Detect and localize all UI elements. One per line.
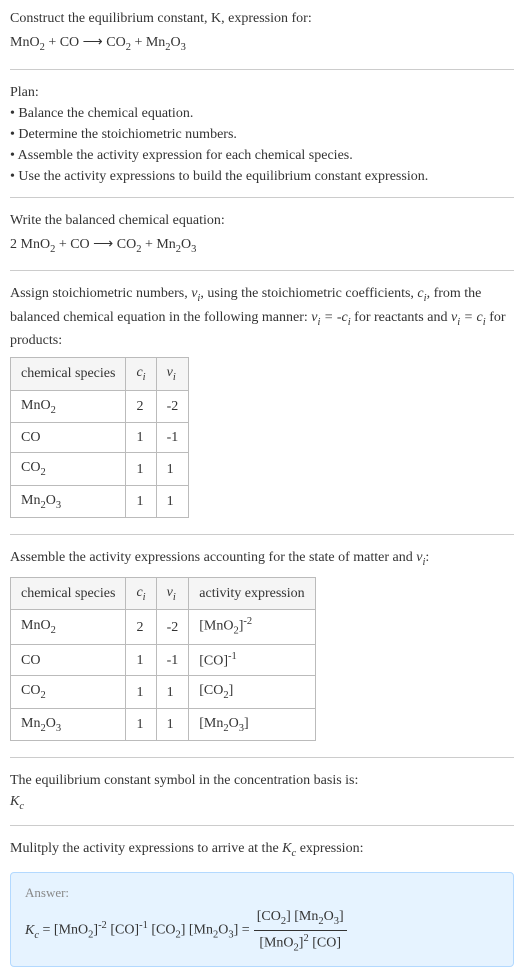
c-var: ci <box>417 286 426 301</box>
stoich-table: chemical species ci νi MnO2 2 -2 CO 1 -1… <box>10 357 189 518</box>
plan-item: • Assemble the activity expression for e… <box>10 145 514 166</box>
table-header: activity expression <box>189 577 315 610</box>
answer-fraction: [CO2] [Mn2O3] [MnO2]2 [CO] <box>254 906 347 956</box>
activity-section: Assemble the activity expressions accoun… <box>10 547 514 758</box>
intro-section: Construct the equilibrium constant, K, e… <box>10 8 514 70</box>
table-header: chemical species <box>11 577 126 610</box>
table-cell: CO <box>11 423 126 453</box>
intro-equation: MnO2 + CO ⟶ CO2 + Mn2O3 <box>10 32 514 56</box>
table-header: ci <box>126 577 156 610</box>
table-cell: 2 <box>126 610 156 644</box>
activity-heading: Assemble the activity expressions accoun… <box>10 547 514 571</box>
activity-table: chemical species ci νi activity expressi… <box>10 577 316 742</box>
table-row: CO 1 -1 <box>11 423 189 453</box>
table-cell: 1 <box>126 423 156 453</box>
table-row: MnO2 2 -2 [MnO2]-2 <box>11 610 316 644</box>
table-header: chemical species <box>11 358 126 391</box>
rel1: νi = -ci <box>311 310 350 325</box>
frac-denominator: [MnO2]2 [CO] <box>254 931 347 956</box>
table-header: νi <box>156 358 189 391</box>
table-cell: 1 <box>156 485 189 518</box>
table-cell: Mn2O3 <box>11 485 126 518</box>
plan-section: Plan: • Balance the chemical equation. •… <box>10 82 514 198</box>
answer-lhs: Kc = [MnO2]-2 [CO]-1 [CO2] [Mn2O3] = <box>25 918 250 943</box>
table-cell: 1 <box>126 644 156 676</box>
table-cell: CO2 <box>11 676 126 709</box>
table-cell: -2 <box>156 390 189 423</box>
table-cell: CO <box>11 644 126 676</box>
answer-label: Answer: <box>25 883 499 903</box>
table-row: MnO2 2 -2 <box>11 390 189 423</box>
table-cell: CO2 <box>11 453 126 486</box>
kc-var: Kc <box>282 841 296 856</box>
table-row: chemical species ci νi <box>11 358 189 391</box>
table-cell: Mn2O3 <box>11 708 126 741</box>
table-cell: [Mn2O3] <box>189 708 315 741</box>
nu-var: νi <box>191 286 200 301</box>
balanced-equation: 2 MnO2 + CO ⟶ CO2 + Mn2O3 <box>10 234 514 258</box>
table-cell: [MnO2]-2 <box>189 610 315 644</box>
symbol-line1: The equilibrium constant symbol in the c… <box>10 770 514 791</box>
table-cell: 2 <box>126 390 156 423</box>
table-cell: 1 <box>156 676 189 709</box>
answer-box: Answer: Kc = [MnO2]-2 [CO]-1 [CO2] [Mn2O… <box>10 872 514 967</box>
table-cell: -1 <box>156 423 189 453</box>
table-cell: -1 <box>156 644 189 676</box>
table-cell: MnO2 <box>11 610 126 644</box>
table-row: Mn2O3 1 1 [Mn2O3] <box>11 708 316 741</box>
multiply-heading: Mulitply the activity expressions to arr… <box>10 838 514 862</box>
assign-text: Assign stoichiometric numbers, νi, using… <box>10 283 514 351</box>
symbol-kc: Kc <box>10 791 514 815</box>
table-header: νi <box>156 577 189 610</box>
balanced-heading: Write the balanced chemical equation: <box>10 210 514 231</box>
table-row: CO2 1 1 <box>11 453 189 486</box>
plan-item: • Determine the stoichiometric numbers. <box>10 124 514 145</box>
table-cell: 1 <box>156 453 189 486</box>
balanced-section: Write the balanced chemical equation: 2 … <box>10 210 514 272</box>
table-cell: 1 <box>126 453 156 486</box>
answer-equation: Kc = [MnO2]-2 [CO]-1 [CO2] [Mn2O3] = [CO… <box>25 906 499 956</box>
plan-heading: Plan: <box>10 82 514 103</box>
table-cell: 1 <box>126 485 156 518</box>
table-row: CO 1 -1 [CO]-1 <box>11 644 316 676</box>
table-cell: [CO2] <box>189 676 315 709</box>
plan-item: • Use the activity expressions to build … <box>10 166 514 187</box>
table-row: CO2 1 1 [CO2] <box>11 676 316 709</box>
plan-item: • Balance the chemical equation. <box>10 103 514 124</box>
table-row: chemical species ci νi activity expressi… <box>11 577 316 610</box>
intro-line1: Construct the equilibrium constant, K, e… <box>10 11 312 26</box>
symbol-section: The equilibrium constant symbol in the c… <box>10 770 514 826</box>
table-cell: 1 <box>126 708 156 741</box>
table-row: Mn2O3 1 1 <box>11 485 189 518</box>
table-cell: 1 <box>126 676 156 709</box>
table-cell: MnO2 <box>11 390 126 423</box>
table-cell: -2 <box>156 610 189 644</box>
assign-section: Assign stoichiometric numbers, νi, using… <box>10 283 514 535</box>
intro-text: Construct the equilibrium constant, K, e… <box>10 8 514 29</box>
rel2: νi = ci <box>451 310 486 325</box>
frac-numerator: [CO2] [Mn2O3] <box>254 906 347 931</box>
multiply-section: Mulitply the activity expressions to arr… <box>10 838 514 866</box>
table-cell: 1 <box>156 708 189 741</box>
table-cell: [CO]-1 <box>189 644 315 676</box>
table-header: ci <box>126 358 156 391</box>
